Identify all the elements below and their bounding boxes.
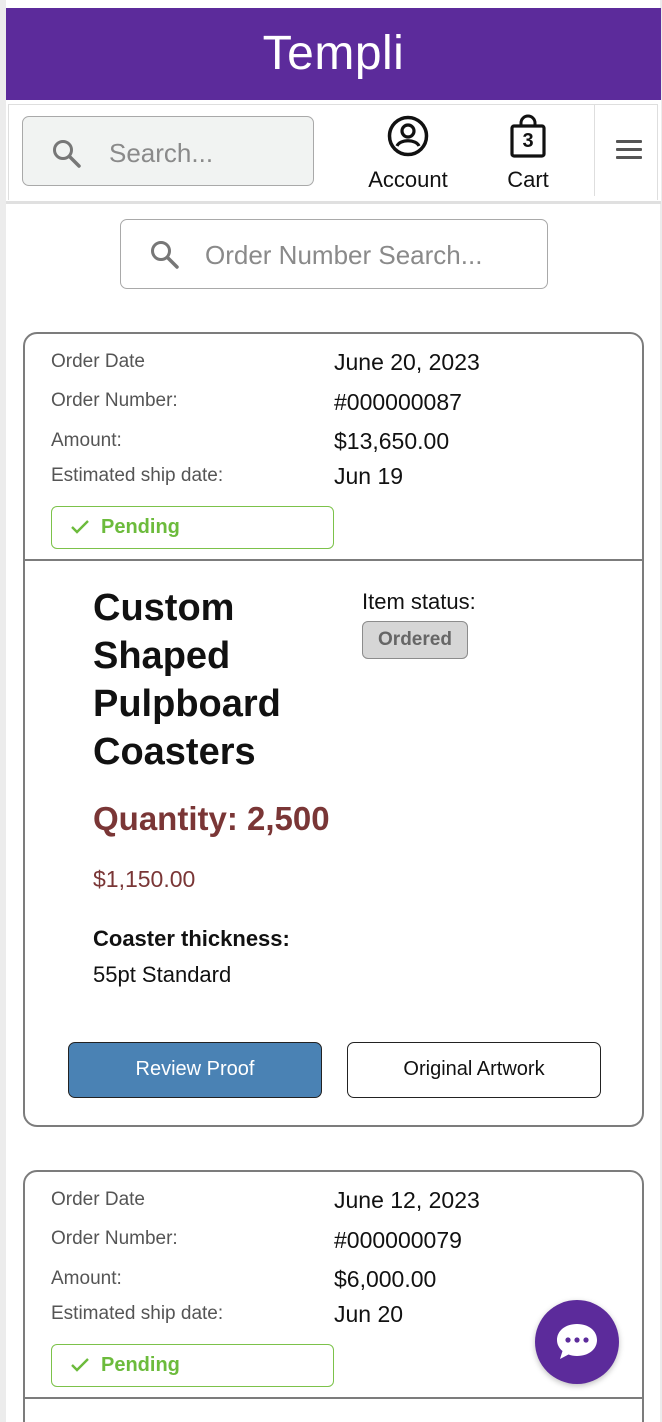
account-link[interactable]: Account [358, 114, 458, 193]
order-number-search-placeholder: Order Number Search... [205, 240, 483, 270]
cart-label: Cart [507, 167, 549, 192]
chat-launcher-button[interactable] [535, 1300, 619, 1384]
amount-value: $13,650.00 [334, 428, 450, 454]
item-option-label: Coaster thickness: [93, 926, 290, 951]
order-date-value: June 12, 2023 [334, 1187, 480, 1213]
amount-label: Amount: [51, 430, 122, 451]
order-date-label: Order Date [51, 1189, 145, 1210]
search-icon [149, 239, 181, 276]
checkmark-icon [70, 519, 90, 540]
item-quantity: Quantity: 2,500 [93, 800, 330, 837]
order-number-search-input[interactable]: Order Number Search... [120, 219, 548, 289]
item-status-label: Item status: [362, 589, 476, 614]
ship-date-label: Estimated ship date: [51, 465, 224, 486]
order-number-label: Order Number: [51, 1228, 178, 1249]
order-date-value: June 20, 2023 [334, 349, 480, 375]
item-status-badge: Ordered [362, 621, 468, 659]
item-option-value: 55pt Standard [93, 962, 232, 987]
top-navigation: Search... Account 3 Cart [6, 100, 661, 204]
account-label: Account [368, 167, 448, 192]
chat-icon [555, 1322, 599, 1367]
amount-value: $6,000.00 [334, 1266, 437, 1292]
order-status-badge: Pending [51, 506, 334, 549]
ship-date-value: Jun 19 [334, 463, 404, 489]
page-frame-left [0, 0, 6, 1422]
ship-date-label: Estimated ship date: [51, 1303, 224, 1324]
order-card: Order Date June 12, 2023 Order Number: #… [23, 1170, 644, 1422]
site-search-input[interactable]: Search... [22, 116, 314, 186]
brand-logo[interactable]: Templi [6, 26, 661, 81]
shopping-bag-icon: 3 [508, 114, 548, 158]
ship-date-value: Jun 20 [334, 1301, 404, 1327]
order-status-badge: Pending [51, 1344, 334, 1387]
order-number-value: #000000079 [334, 1227, 462, 1253]
card-divider [25, 1397, 642, 1399]
search-icon [51, 138, 83, 175]
cart-count: 3 [522, 130, 534, 152]
order-date-label: Order Date [51, 351, 145, 372]
order-number-value: #000000087 [334, 389, 462, 415]
order-number-label: Order Number: [51, 390, 178, 411]
card-divider [25, 559, 642, 561]
checkmark-icon [70, 1357, 90, 1378]
cart-link[interactable]: 3 Cart [488, 114, 568, 193]
site-search-placeholder: Search... [109, 138, 214, 168]
original-artwork-button[interactable]: Original Artwork [347, 1042, 601, 1098]
nav-divider [594, 104, 595, 196]
product-title[interactable]: Custom Shaped Pulpboard Coasters [93, 584, 343, 776]
order-status-text: Pending [101, 516, 180, 538]
menu-icon[interactable] [616, 140, 642, 164]
brand-header: Templi [6, 8, 661, 100]
order-status-text: Pending [101, 1354, 180, 1376]
account-icon [386, 115, 430, 162]
item-price: $1,150.00 [93, 866, 196, 892]
order-card: Order Date June 20, 2023 Order Number: #… [23, 332, 644, 1127]
review-proof-button[interactable]: Review Proof [68, 1042, 322, 1098]
amount-label: Amount: [51, 1268, 122, 1289]
